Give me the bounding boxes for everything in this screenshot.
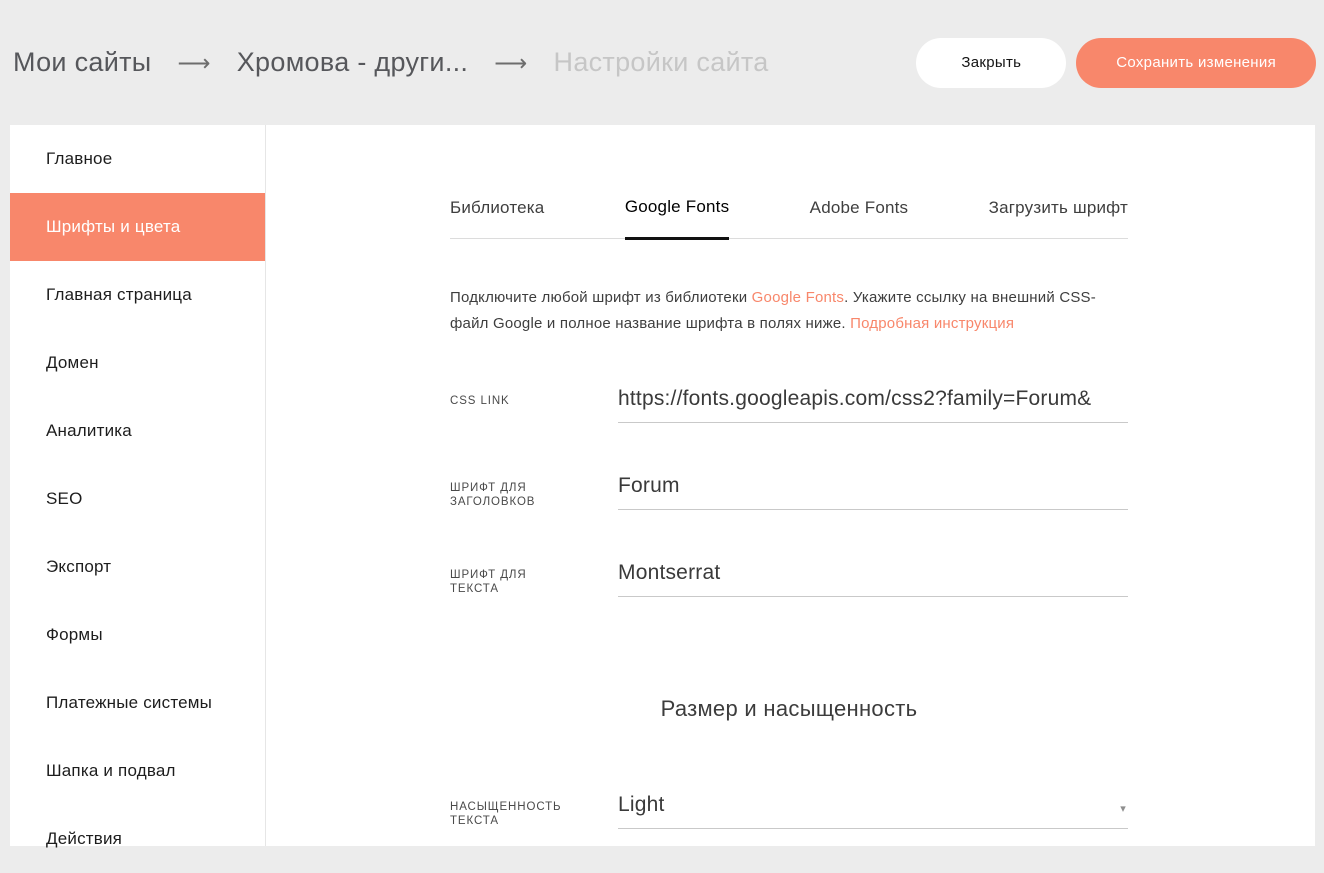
arrow-right-icon: ⟶ <box>177 50 211 76</box>
sidebar-item-main[interactable]: Главное <box>10 125 265 193</box>
sidebar-item-actions[interactable]: Действия <box>10 805 265 873</box>
text-font-input[interactable]: Montserrat <box>618 561 1128 597</box>
tab-upload-font[interactable]: Загрузить шрифт <box>989 198 1128 238</box>
breadcrumb-site-name[interactable]: Хромова - други... <box>237 47 468 78</box>
arrow-right-icon: ⟶ <box>494 50 528 76</box>
text-font-label: ШРИФТ ДЛЯ ТЕКСТА <box>450 569 527 595</box>
topbar-actions: Закрыть Сохранить изменения <box>916 37 1316 88</box>
text-weight-select[interactable]: Light ▾ <box>618 793 1128 829</box>
text-weight-label: НАСЫЩЕННОСТЬ ТЕКСТА <box>450 801 562 827</box>
heading-font-input[interactable]: Forum <box>618 474 1128 510</box>
section-title-size-weight: Размер и насыщенность <box>660 696 918 721</box>
save-changes-button[interactable]: Сохранить изменения <box>1076 37 1316 88</box>
breadcrumb-site-settings: Настройки сайта <box>553 47 769 77</box>
sidebar-item-forms[interactable]: Формы <box>10 601 265 669</box>
google-fonts-description: Подключите любой шрифт из библиотеки Goo… <box>450 285 1112 337</box>
settings-panel: Главное Шрифты и цвета Главная страница … <box>10 125 1315 848</box>
sidebar-item-header-footer[interactable]: Шапка и подвал <box>10 737 265 805</box>
heading-font-field: ШРИФТ ДЛЯ ЗАГОЛОВКОВ Forum <box>450 474 1128 510</box>
settings-content: Библиотека Google Fonts Adobe Fonts Загр… <box>266 125 1315 846</box>
description-text: Подключите любой шрифт из библиотеки <box>450 289 752 306</box>
text-weight-field: НАСЫЩЕННОСТЬ ТЕКСТА Light ▾ <box>450 793 1128 829</box>
chevron-down-icon[interactable]: ▾ <box>1120 802 1126 815</box>
google-fonts-link[interactable]: Google Fonts <box>752 289 844 306</box>
instruction-link[interactable]: Подробная инструкция <box>850 315 1014 332</box>
css-link-field: CSS LINK https://fonts.googleapis.com/cs… <box>450 387 1128 423</box>
css-link-input[interactable]: https://fonts.googleapis.com/css2?family… <box>618 387 1128 423</box>
sidebar-item-export[interactable]: Экспорт <box>10 533 265 601</box>
sidebar-item-seo[interactable]: SEO <box>10 465 265 533</box>
sidebar-item-domain[interactable]: Домен <box>10 329 265 397</box>
top-bar: Мои сайты ⟶ Хромова - други... ⟶ Настрой… <box>0 0 1324 125</box>
sidebar-item-payment-systems[interactable]: Платежные системы <box>10 669 265 737</box>
font-source-tabs: Библиотека Google Fonts Adobe Fonts Загр… <box>450 197 1128 240</box>
tab-google-fonts[interactable]: Google Fonts <box>624 197 730 240</box>
text-font-field: ШРИФТ ДЛЯ ТЕКСТА Montserrat <box>450 561 1128 597</box>
close-button[interactable]: Закрыть <box>916 37 1067 88</box>
sidebar-item-analytics[interactable]: Аналитика <box>10 397 265 465</box>
tab-adobe-fonts[interactable]: Adobe Fonts <box>810 198 909 238</box>
sidebar-item-fonts-colors[interactable]: Шрифты и цвета <box>10 193 265 261</box>
sidebar-item-homepage[interactable]: Главная страница <box>10 261 265 329</box>
heading-font-label: ШРИФТ ДЛЯ ЗАГОЛОВКОВ <box>450 482 536 508</box>
breadcrumb: Мои сайты ⟶ Хромова - други... ⟶ Настрой… <box>13 47 769 78</box>
tab-library[interactable]: Библиотека <box>450 198 544 238</box>
css-link-label: CSS LINK <box>450 395 510 407</box>
breadcrumb-my-sites[interactable]: Мои сайты <box>13 47 151 78</box>
text-weight-value: Light <box>618 793 665 816</box>
settings-sidebar: Главное Шрифты и цвета Главная страница … <box>10 125 266 848</box>
